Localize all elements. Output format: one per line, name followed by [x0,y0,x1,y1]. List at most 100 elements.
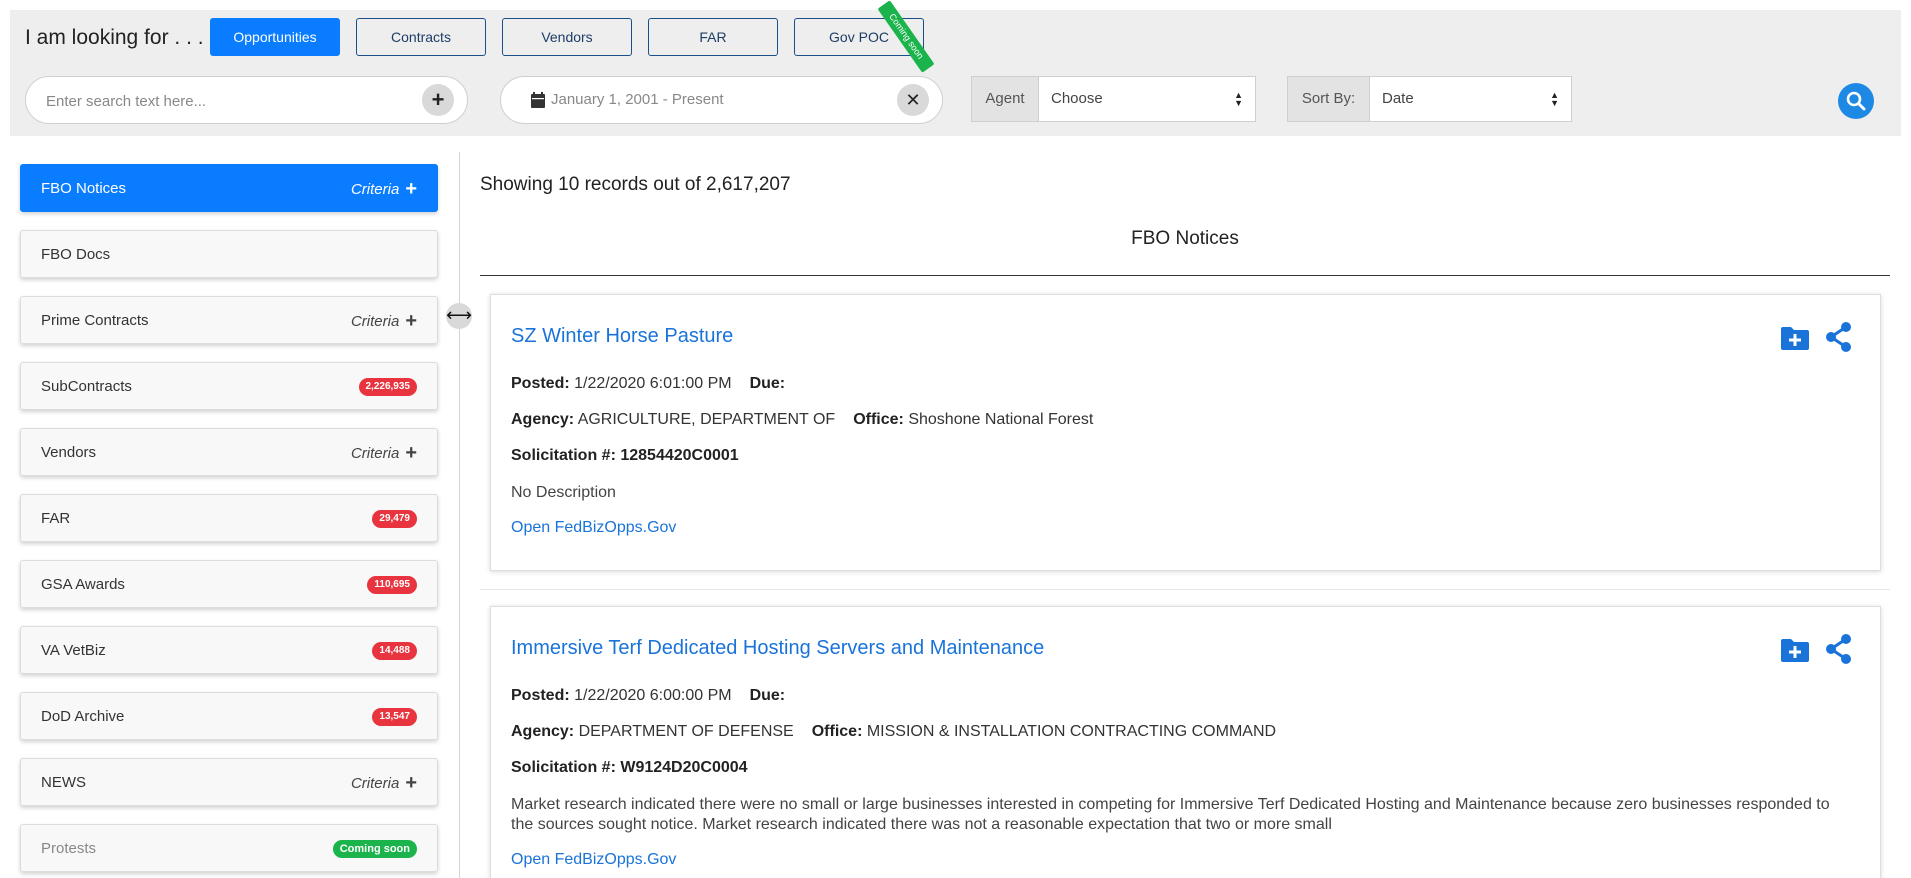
agency-value: AGRICULTURE, DEPARTMENT OF [577,411,836,428]
section-title: FBO Notices [1131,228,1239,249]
agent-select-value: Choose [1051,90,1103,107]
sidebar-item-protests: Protests Coming soon [20,824,438,872]
record-card: Immersive Terf Dedicated Hosting Servers… [490,606,1881,878]
sidebar-item-label: SubContracts [41,378,132,395]
sidebar-item-news[interactable]: NEWS Criteria + [20,758,438,806]
record-description: No Description [511,484,616,501]
category-button-vendors[interactable]: Vendors [502,18,632,56]
posted-date: 1/22/2020 6:00:00 PM [574,687,732,704]
record-dates: Posted: 1/22/2020 6:01:00 PM Due: [511,375,786,392]
plus-icon: + [405,442,417,464]
sidebar-item-label: Protests [41,840,97,857]
record-description: Market research indicated there were no … [511,796,1830,833]
record-agency: Agency: DEPARTMENT OF DEFENSE Office: MIS… [511,723,1277,740]
clear-date-button[interactable]: ✕ [897,84,929,116]
sidebar-item-subcontracts[interactable]: SubContracts 2,226,935 [20,362,438,410]
count-badge: 110,695 [367,576,417,594]
criteria-toggle[interactable]: Criteria + [351,178,417,201]
results-count: Showing 10 records out of 2,617,207 [480,174,791,195]
solicitation-number: W9124D20C0004 [620,759,748,776]
posted-date: 1/22/2020 6:01:00 PM [574,375,732,392]
select-arrows-icon: ▲ ▼ [1234,90,1243,108]
record-actions [1780,321,1856,357]
search-input[interactable] [46,90,406,112]
search-submit-button[interactable] [1838,83,1874,119]
select-arrows-icon: ▲ ▼ [1550,90,1559,108]
share-icon[interactable] [1824,321,1854,353]
sidebar-item-label: FBO Docs [41,246,111,263]
sidebar-item-dod-archive[interactable]: DoD Archive 13,547 [20,692,438,740]
sidebar-item-fbo-docs[interactable]: FBO Docs [20,230,438,278]
category-button-far[interactable]: FAR [648,18,778,56]
open-fedbizopps-link[interactable]: Open FedBizOpps.Gov [511,519,676,537]
sidebar-item-va-vetbiz[interactable]: VA VetBiz 14,488 [20,626,438,674]
sort-select-value: Date [1382,90,1414,107]
sidebar-item-vendors[interactable]: Vendors Criteria + [20,428,438,476]
sidebar-item-label: NEWS [41,774,86,791]
criteria-toggle[interactable]: Criteria + [351,772,417,795]
section-divider [480,275,1890,276]
plus-icon: + [405,310,417,332]
record-solicitation: Solicitation #: 12854420C0001 [511,447,739,464]
plus-icon: + [431,87,445,112]
category-button-opportunities[interactable]: Opportunities [210,18,340,56]
open-fedbizopps-link[interactable]: Open FedBizOpps.Gov [511,851,676,869]
record-solicitation: Solicitation #: W9124D20C0004 [511,759,748,776]
count-badge: 13,547 [372,708,417,726]
sidebar-item-prime-contracts[interactable]: Prime Contracts Criteria + [20,296,438,344]
close-icon: ✕ [905,90,921,110]
panel-divider [459,152,460,878]
plus-icon: + [405,178,417,200]
sidebar-item-label: FBO Notices [41,180,127,197]
date-range-field[interactable]: January 1, 2001 - Present ✕ [500,76,943,124]
record-separator [480,589,1890,590]
category-label: Opportunities [233,29,317,45]
criteria-toggle[interactable]: Criteria + [351,442,417,465]
count-badge: 2,226,935 [358,378,417,396]
agency-value: DEPARTMENT OF DEFENSE [578,723,794,740]
count-badge: 29,479 [372,510,417,528]
coming-soon-badge: Coming soon [332,840,417,858]
share-icon[interactable] [1824,633,1854,665]
looking-for-label: I am looking for . . . [25,26,204,49]
sort-by-label: Sort By: [1287,76,1370,122]
record-dates: Posted: 1/22/2020 6:00:00 PM Due: [511,687,786,704]
search-icon [1846,91,1866,111]
resize-handle[interactable]: ⟷ [446,303,472,329]
category-label: Gov POC [829,29,889,45]
add-folder-icon[interactable] [1780,637,1810,663]
sidebar-item-far[interactable]: FAR 29,479 [20,494,438,542]
sidebar-item-label: DoD Archive [41,708,125,725]
sidebar-item-label: VA VetBiz [41,642,106,659]
sidebar-item-label: FAR [41,510,71,527]
resize-arrows-icon: ⟷ [446,305,472,325]
record-agency: Agency: AGRICULTURE, DEPARTMENT OF Office… [511,411,1094,428]
office-value: MISSION & INSTALLATION CONTRACTING COMMA… [866,723,1277,740]
office-value: Shoshone National Forest [908,411,1094,428]
plus-icon: + [405,772,417,794]
search-toolbar: I am looking for . . . Opportunities Con… [10,0,1901,136]
agent-label: Agent [971,76,1039,122]
agent-select[interactable]: Choose ▲ ▼ [1038,76,1256,122]
sidebar-item-label: Prime Contracts [41,312,149,329]
date-range-value: January 1, 2001 - Present [551,91,724,108]
add-search-term-button[interactable]: + [422,84,454,116]
category-label: Vendors [541,29,593,45]
add-folder-icon[interactable] [1780,325,1810,351]
record-title-link[interactable]: Immersive Terf Dedicated Hosting Servers… [511,637,1044,660]
category-button-gov-poc[interactable]: Gov POC Coming soon [794,0,935,73]
criteria-toggle[interactable]: Criteria + [351,310,417,333]
record-title-link[interactable]: SZ Winter Horse Pasture [511,325,733,348]
category-label: FAR [699,29,727,45]
sidebar-item-label: Vendors [41,444,97,461]
category-button-contracts[interactable]: Contracts [356,18,486,56]
category-label: Contracts [391,29,451,45]
sidebar-item-gsa-awards[interactable]: GSA Awards 110,695 [20,560,438,608]
search-field[interactable]: + [25,76,468,124]
sort-select[interactable]: Date ▲ ▼ [1369,76,1572,122]
sidebar-item-fbo-notices[interactable]: FBO Notices Criteria + [20,164,438,212]
count-badge: 14,488 [372,642,417,660]
solicitation-number: 12854420C0001 [620,447,739,464]
sidebar-item-label: GSA Awards [41,576,125,593]
record-card: SZ Winter Horse Pasture Posted: 1/22/202… [490,294,1881,571]
